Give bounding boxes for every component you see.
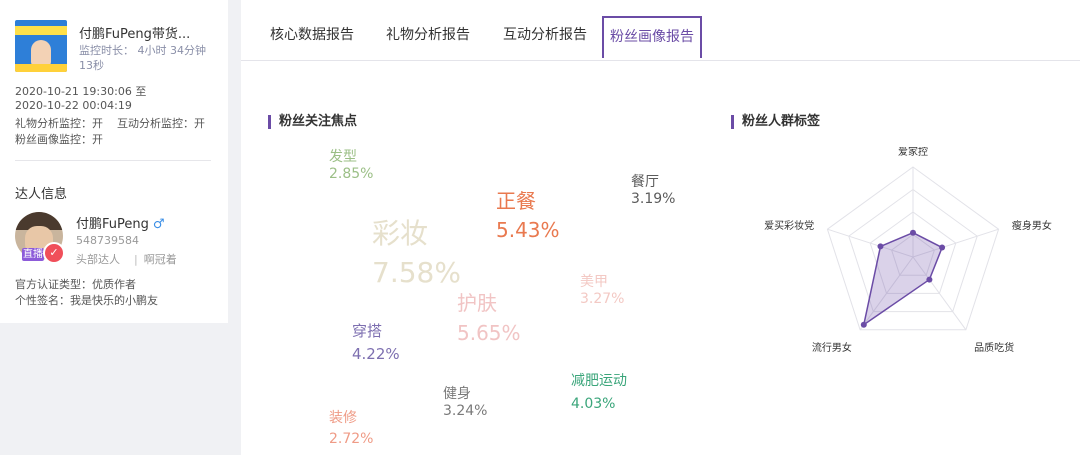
- kol-id: 548739584: [76, 234, 139, 247]
- focus-word-value: 3.19%: [631, 191, 676, 207]
- radar-point[interactable]: [910, 229, 916, 236]
- fan-portrait-monitor-flag: 粉丝画像监控：开: [15, 133, 103, 146]
- date-range-start: 2020-10-21 19:30:06 至: [15, 85, 147, 98]
- focus-word-name: 餐厅: [631, 174, 659, 190]
- kol-tags: 头部达人 | 啊冠着: [76, 251, 177, 267]
- certification: 官方认证类型：优质作者: [15, 278, 136, 291]
- focus-word-name: 彩妆: [372, 217, 429, 250]
- fan-tags-title: 粉丝人群标签: [731, 115, 820, 129]
- date-range-end: 2020-10-22 00:04:19: [15, 99, 132, 112]
- focus-word: 美甲 3.27%: [580, 271, 624, 307]
- fan-focus-title: 粉丝关注焦点: [268, 115, 357, 129]
- radar-point[interactable]: [877, 243, 884, 250]
- radar-axis-label: 爱买彩妆党: [764, 219, 814, 232]
- focus-word: 餐厅 3.19%: [631, 171, 675, 207]
- focus-word-name: 穿搭: [352, 322, 383, 340]
- focus-word-name: 美甲: [580, 274, 608, 290]
- focus-word-name: 装修: [329, 410, 357, 426]
- monitor-duration-line2: 13秒: [79, 59, 104, 72]
- tab-interaction-analysis[interactable]: 互动分析报告: [489, 16, 601, 58]
- focus-word: 发型 2.85%: [329, 146, 373, 182]
- focus-word-value: 5.43%: [496, 218, 560, 242]
- divider: [15, 160, 211, 161]
- live-badge: 直播: [22, 248, 44, 261]
- sidebar: 付鹏FuPeng带货... 监控时长： 4小时 34分钟 13秒 2020-10…: [0, 0, 228, 323]
- radar-point[interactable]: [939, 244, 946, 251]
- focus-word-name: 健身: [443, 386, 471, 402]
- focus-word-value: 5.65%: [457, 321, 521, 345]
- focus-word: 正餐 5.43%: [496, 187, 560, 245]
- focus-word-name: 减肥运动: [571, 373, 627, 389]
- radar-axis-label: 瘦身男女: [1012, 219, 1052, 232]
- tab-core-data[interactable]: 核心数据报告: [256, 16, 368, 58]
- tab-fan-portrait[interactable]: 粉丝画像报告: [602, 16, 702, 58]
- focus-word-value: 4.22%: [352, 345, 400, 363]
- focus-word-name: 正餐: [496, 189, 536, 213]
- monitor-duration-line1: 监控时长： 4小时 34分钟: [79, 44, 206, 57]
- signature: 个性签名：我是快乐的小鹏友: [15, 294, 158, 307]
- focus-word: 装修 2.72%: [329, 408, 373, 450]
- kol-info-heading: 达人信息: [15, 187, 68, 202]
- focus-word-value: 2.72%: [329, 431, 374, 447]
- focus-word: 健身 3.24%: [443, 383, 487, 419]
- live-cover-thumbnail[interactable]: [15, 20, 67, 72]
- verified-check-icon: ✓: [43, 242, 65, 264]
- focus-word: 彩妆 7.58%: [372, 214, 461, 292]
- tab-gift-analysis[interactable]: 礼物分析报告: [373, 16, 483, 58]
- tag-separator: |: [134, 253, 138, 266]
- focus-word: 护肤 5.65%: [457, 288, 521, 348]
- focus-word-name: 护肤: [457, 291, 497, 315]
- focus-word-name: 发型: [329, 149, 357, 165]
- focus-word-value: 7.58%: [372, 256, 461, 289]
- live-title[interactable]: 付鹏FuPeng带货...: [79, 23, 190, 42]
- radar-axis-label: 品质吃货: [974, 341, 1014, 354]
- focus-word-value: 2.85%: [329, 166, 374, 182]
- kol-extra-tag: 啊冠着: [143, 253, 177, 266]
- male-icon: ♂: [152, 217, 165, 232]
- focus-word-value: 3.24%: [443, 403, 488, 419]
- monitor-duration: 监控时长： 4小时 34分钟 13秒: [79, 43, 225, 73]
- kol-name-text[interactable]: 付鹏FuPeng: [76, 217, 149, 232]
- radar-point[interactable]: [926, 276, 933, 283]
- monitor-flags: 礼物分析监控：开 互动分析监控：开: [15, 117, 205, 130]
- report-tabs: 核心数据报告 礼物分析报告 互动分析报告 粉丝画像报告: [241, 0, 1080, 61]
- kol-name[interactable]: 付鹏FuPeng ♂: [76, 213, 165, 232]
- radar-axis-label: 流行男女: [812, 341, 852, 354]
- radar-axis-label: 爱家控: [898, 147, 928, 158]
- focus-word-value: 4.03%: [571, 396, 616, 412]
- focus-word: 穿搭 4.22%: [352, 320, 400, 366]
- focus-word-value: 3.27%: [580, 291, 625, 307]
- kol-type-tag: 头部达人: [76, 253, 120, 266]
- radar-point[interactable]: [860, 321, 867, 328]
- focus-word: 减肥运动 4.03%: [571, 370, 627, 416]
- fan-tags-radar-chart: 爱家控瘦身男女品质吃货 流行男女 爱买彩妆党: [764, 147, 1052, 354]
